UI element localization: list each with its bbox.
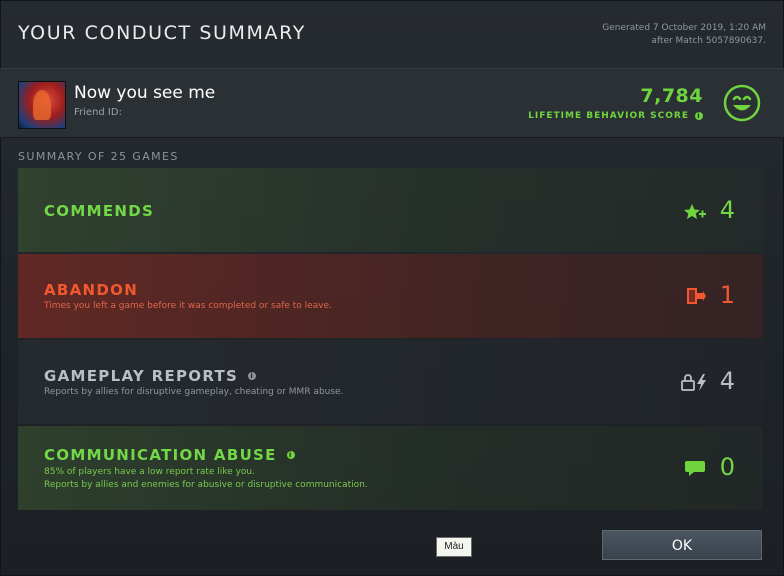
abandon-title: ABANDON bbox=[44, 281, 139, 299]
generated-date: Generated 7 October 2019, 1:20 AM bbox=[602, 23, 766, 33]
player-name: Now you see me bbox=[74, 83, 216, 103]
color-tooltip: Màu bbox=[436, 537, 472, 557]
smiley-face-icon bbox=[723, 84, 761, 122]
info-icon[interactable]: i bbox=[695, 112, 703, 120]
communication-abuse-title: COMMUNICATION ABUSE i bbox=[44, 446, 295, 464]
gameplay-reports-title-text: GAMEPLAY REPORTS bbox=[44, 367, 239, 385]
commends-card: COMMENDS 4 bbox=[18, 168, 763, 252]
info-icon[interactable]: i bbox=[286, 451, 295, 459]
communication-report-rate: 85% of players have a low report rate li… bbox=[44, 467, 255, 477]
friend-id-label: Friend ID: bbox=[74, 107, 122, 118]
behavior-score: 7,784 bbox=[640, 85, 703, 107]
star-plus-icon bbox=[684, 204, 706, 219]
abandon-count: 1 bbox=[719, 281, 735, 309]
avatar[interactable] bbox=[18, 81, 66, 129]
generated-info: Generated 7 October 2019, 1:20 AM after … bbox=[602, 22, 766, 48]
commends-title: COMMENDS bbox=[44, 202, 155, 220]
gameplay-reports-title: GAMEPLAY REPORTS i bbox=[44, 367, 257, 385]
player-header: Now you see me Friend ID: 7,784 LIFETIME… bbox=[0, 68, 784, 138]
communication-abuse-card: COMMUNICATION ABUSE i 85% of players hav… bbox=[18, 426, 763, 510]
generated-match: after Match 5057890637. bbox=[651, 36, 766, 46]
avatar-hero-figure bbox=[33, 90, 51, 120]
info-icon[interactable]: i bbox=[248, 372, 257, 380]
conduct-summary-dialog: YOUR CONDUCT SUMMARY Generated 7 October… bbox=[0, 0, 784, 576]
behavior-score-label: LIFETIME BEHAVIOR SCORE i bbox=[528, 111, 703, 121]
lock-bolt-icon bbox=[681, 374, 706, 391]
communication-report-explanation: Reports by allies and enemies for abusiv… bbox=[44, 480, 368, 490]
gameplay-reports-card: GAMEPLAY REPORTS i Reports by allies for… bbox=[18, 340, 763, 424]
abandon-card: ABANDON Times you left a game before it … bbox=[18, 254, 763, 338]
summary-heading: SUMMARY OF 25 GAMES bbox=[18, 150, 179, 163]
ok-button[interactable]: OK bbox=[602, 530, 762, 560]
communication-abuse-count: 0 bbox=[719, 453, 735, 481]
communication-abuse-description: 85% of players have a low report rate li… bbox=[44, 466, 368, 492]
abandon-description: Times you left a game before it was comp… bbox=[44, 301, 332, 311]
gameplay-reports-description: Reports by allies for disruptive gamepla… bbox=[44, 387, 344, 397]
commends-count: 4 bbox=[719, 196, 735, 224]
chat-bubble-icon bbox=[685, 461, 705, 476]
behavior-score-text: LIFETIME BEHAVIOR SCORE bbox=[528, 111, 689, 121]
door-exit-icon bbox=[687, 288, 706, 304]
communication-abuse-title-text: COMMUNICATION ABUSE bbox=[44, 446, 277, 464]
dialog-title: YOUR CONDUCT SUMMARY bbox=[18, 22, 306, 44]
gameplay-reports-count: 4 bbox=[719, 367, 735, 395]
